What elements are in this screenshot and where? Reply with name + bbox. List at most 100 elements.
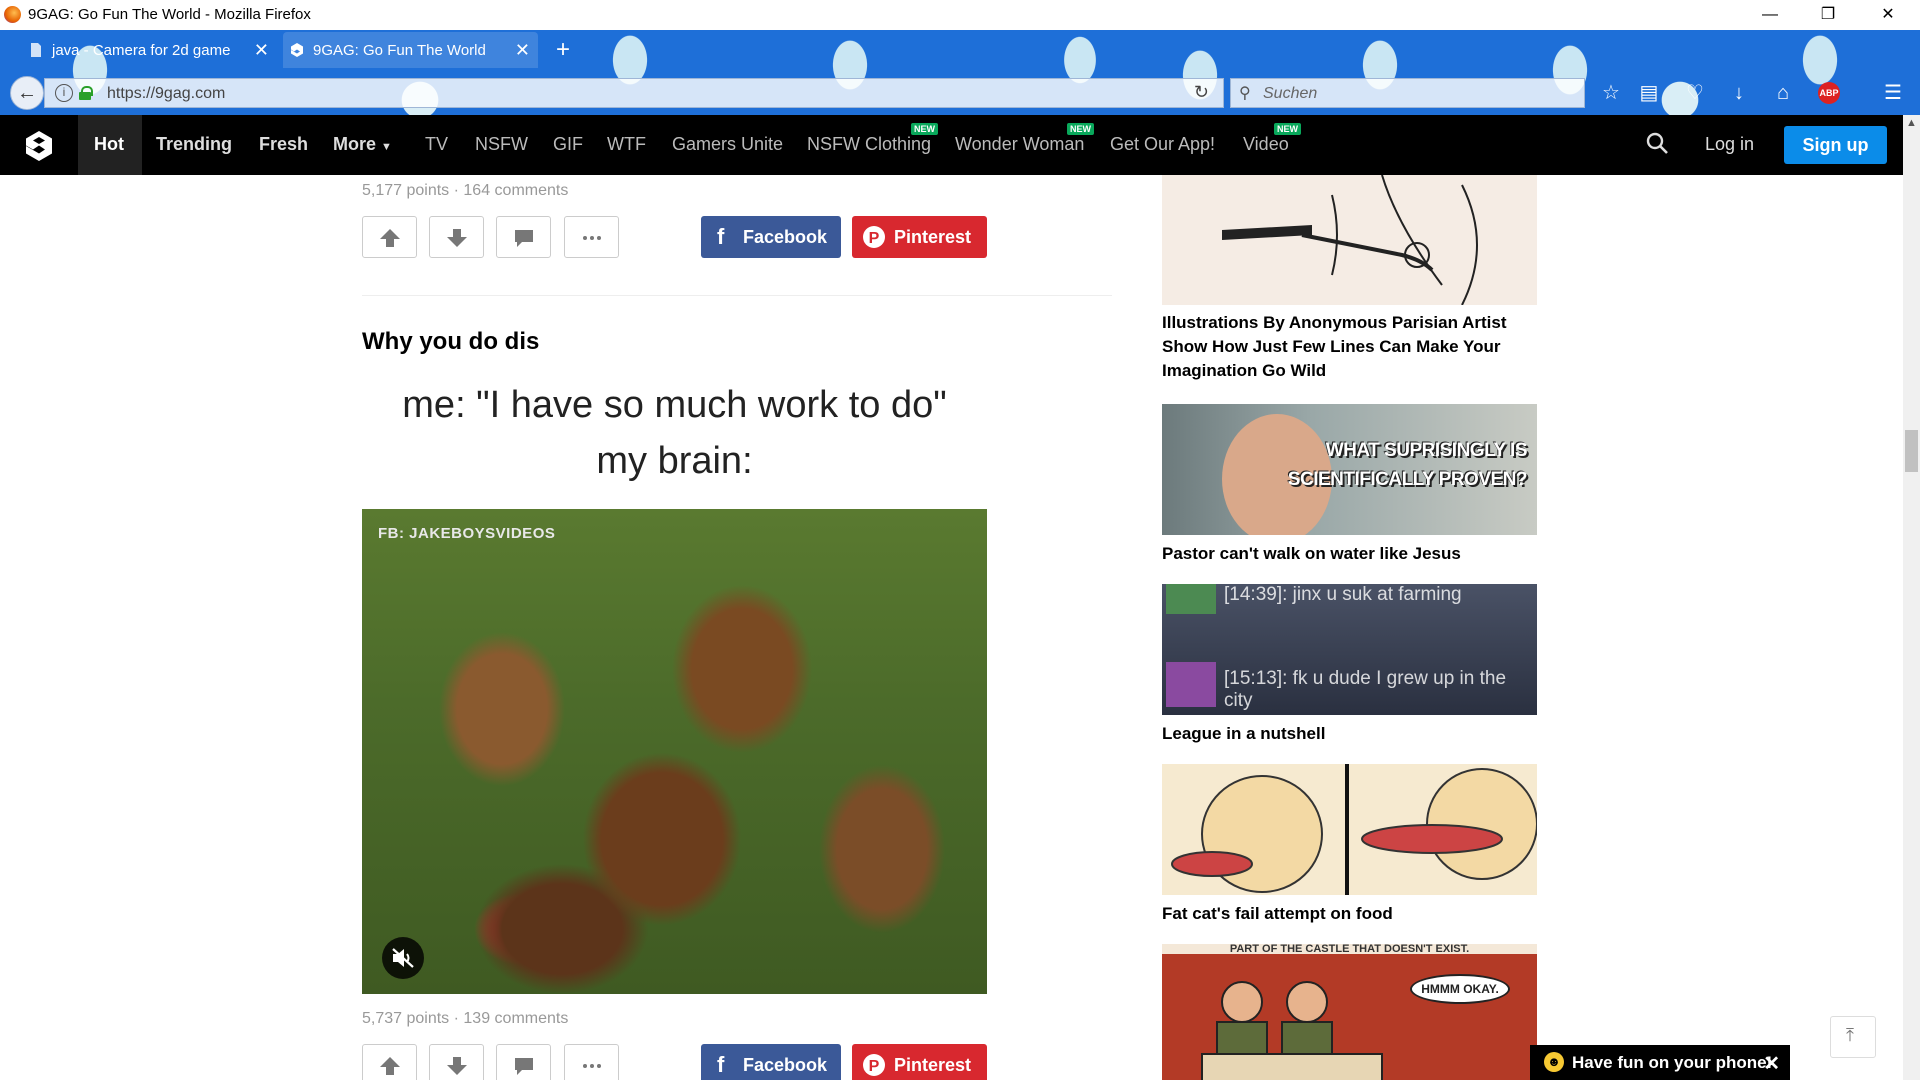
sidebar-thumbnail[interactable]: WHAT SUPRISINGLY IS SCIENTIFICALLY PROVE… <box>1162 404 1537 535</box>
downvote-button[interactable] <box>429 216 484 258</box>
firefox-logo-icon <box>4 6 21 23</box>
nav-hot[interactable]: Hot <box>78 115 142 175</box>
sidebar-caption[interactable]: Fat cat's fail attempt on food <box>1162 902 1537 926</box>
login-link[interactable]: Log in <box>1705 134 1754 155</box>
back-to-top-button[interactable]: ⤒ <box>1830 1016 1876 1058</box>
comment-button[interactable] <box>496 1044 551 1080</box>
nav-video[interactable]: Video <box>1243 134 1289 155</box>
more-options-button[interactable] <box>564 1044 619 1080</box>
chat-line-1: [14:39]: jinx u suk at farming <box>1224 584 1462 605</box>
meme-line-1: me: "I have so much work to do" <box>402 384 947 426</box>
comment-button[interactable] <box>496 216 551 258</box>
tab-java[interactable]: java - Camera for 2d game ✕ <box>22 32 277 68</box>
reload-icon[interactable]: ↻ <box>1194 82 1209 103</box>
bookmark-star-icon[interactable]: ☆ <box>1598 80 1624 106</box>
pinterest-share-button[interactable]: P Pinterest <box>852 1044 987 1080</box>
upvote-button[interactable] <box>362 1044 417 1080</box>
downvote-button[interactable] <box>429 1044 484 1080</box>
comment-icon <box>515 1058 533 1075</box>
app-banner-text: Have fun on your phone! <box>1572 1053 1773 1072</box>
nav-more[interactable]: More ▼ <box>333 134 392 155</box>
tab-label: 9GAG: Go Fun The World <box>313 42 486 59</box>
signup-button[interactable]: Sign up <box>1784 126 1887 164</box>
post-media[interactable]: me: "I have so much work to do" my brain… <box>362 374 987 994</box>
pinterest-share-button[interactable]: P Pinterest <box>852 216 987 258</box>
comic-characters <box>1201 981 1383 1080</box>
close-tab-icon[interactable]: ✕ <box>254 40 269 61</box>
nav-wonder-woman[interactable]: Wonder Woman <box>955 134 1084 155</box>
nav-get-app[interactable]: Get Our App! <box>1110 134 1215 155</box>
url-bar[interactable]: i https://9gag.com ↻ <box>44 78 1224 108</box>
nav-nsfw[interactable]: NSFW <box>475 134 528 155</box>
svg-text:P: P <box>869 230 880 247</box>
sidebar-thumbnail[interactable] <box>1162 764 1537 895</box>
pocket-icon[interactable]: ♡ <box>1682 80 1708 106</box>
app-banner[interactable]: ☻ Have fun on your phone! ✕ <box>1530 1045 1790 1080</box>
main-content: 5,177 points · 164 comments f Facebook P… <box>0 175 1903 1080</box>
sidebar-caption[interactable]: Pastor can't walk on water like Jesus <box>1162 542 1537 566</box>
search-icon[interactable] <box>1645 131 1669 155</box>
upvote-button[interactable] <box>362 216 417 258</box>
arrow-up-icon <box>380 1057 400 1075</box>
page-icon <box>31 43 41 57</box>
mute-button[interactable] <box>382 937 424 979</box>
9gag-logo-icon[interactable] <box>22 129 56 163</box>
adblock-icon[interactable]: ABP <box>1818 82 1840 104</box>
post-meta[interactable]: 5,737 points · 139 comments <box>362 1010 568 1028</box>
close-window-button[interactable]: ✕ <box>1868 4 1908 26</box>
sidebar-thumbnail[interactable]: [14:39]: jinx u suk at farming [15:13]: … <box>1162 584 1537 715</box>
page-scrollbar[interactable]: ▲ <box>1903 115 1920 1080</box>
pinterest-icon: P <box>863 1054 885 1076</box>
meme-caption: me: "I have so much work to do" my brain… <box>362 374 987 507</box>
tab-9gag[interactable]: 9GAG: Go Fun The World ✕ <box>283 32 538 68</box>
home-icon[interactable]: ⌂ <box>1770 80 1796 106</box>
post-meta[interactable]: 5,177 points · 164 comments <box>362 182 568 200</box>
ellipsis-icon <box>583 1064 601 1068</box>
overlay-line-1: WHAT SUPRISINGLY IS <box>1325 440 1528 461</box>
scroll-up-icon[interactable]: ▲ <box>1906 117 1917 129</box>
menu-icon[interactable]: ☰ <box>1880 80 1906 106</box>
video-watermark: FB: JAKEBOYSVIDEOS <box>378 525 556 542</box>
navigation-bar: ← i https://9gag.com ↻ ⚲ Suchen ☆ ▤ ♡ ↓ … <box>0 70 1920 115</box>
nav-hot-label: Hot <box>94 134 124 154</box>
url-text: https://9gag.com <box>107 85 226 102</box>
site-header: Hot Trending Fresh More ▼ TV NSFW GIF WT… <box>0 115 1903 175</box>
post-title[interactable]: Why you do dis <box>362 328 539 356</box>
facebook-share-button[interactable]: f Facebook <box>701 216 841 258</box>
nav-fresh[interactable]: Fresh <box>259 134 308 155</box>
window-titlebar: 9GAG: Go Fun The World - Mozilla Firefox… <box>0 0 1920 30</box>
sidebar-thumbnail[interactable]: PART OF THE CASTLE THAT DOESN'T EXIST. H… <box>1162 944 1537 1080</box>
sidebar-caption[interactable]: League in a nutshell <box>1162 722 1537 746</box>
arrow-up-icon: ⤒ <box>1846 1025 1854 1045</box>
window-title: 9GAG: Go Fun The World - Mozilla Firefox <box>28 6 311 23</box>
sidebar-thumbnail[interactable] <box>1162 175 1537 305</box>
reading-list-icon[interactable]: ▤ <box>1636 80 1662 106</box>
pinterest-label: Pinterest <box>894 1055 972 1075</box>
search-bar[interactable]: ⚲ Suchen <box>1230 78 1585 108</box>
nav-tv[interactable]: TV <box>425 134 448 155</box>
nav-wtf[interactable]: WTF <box>607 134 646 155</box>
download-icon[interactable]: ↓ <box>1726 80 1752 106</box>
more-options-button[interactable] <box>564 216 619 258</box>
facebook-label: Facebook <box>743 227 828 247</box>
restore-button[interactable]: ❐ <box>1808 4 1848 26</box>
arrow-up-icon <box>380 229 400 247</box>
back-button[interactable]: ← <box>10 76 44 110</box>
info-icon[interactable]: i <box>55 84 73 102</box>
illustration-thumbnail <box>1222 175 1478 305</box>
facebook-share-button[interactable]: f Facebook <box>701 1044 841 1080</box>
nav-trending[interactable]: Trending <box>156 134 232 155</box>
close-tab-icon[interactable]: ✕ <box>515 40 530 61</box>
video-player[interactable]: FB: JAKEBOYSVIDEOS <box>362 509 987 994</box>
new-tab-button[interactable]: + <box>556 36 570 64</box>
minimize-button[interactable]: — <box>1750 4 1790 26</box>
close-icon[interactable]: ✕ <box>1763 1051 1780 1076</box>
chat-line-2: [15:13]: fk u dude I grew up in the city <box>1224 668 1507 711</box>
9gag-icon <box>291 43 303 57</box>
nav-gif[interactable]: GIF <box>553 134 583 155</box>
nav-nsfw-clothing[interactable]: NSFW Clothing <box>807 134 931 155</box>
sidebar-caption[interactable]: Illustrations By Anonymous Parisian Arti… <box>1162 311 1537 383</box>
nav-gamers-unite[interactable]: Gamers Unite <box>672 134 783 155</box>
new-badge: NEW <box>1067 123 1094 135</box>
scrollbar-thumb[interactable] <box>1905 430 1918 472</box>
